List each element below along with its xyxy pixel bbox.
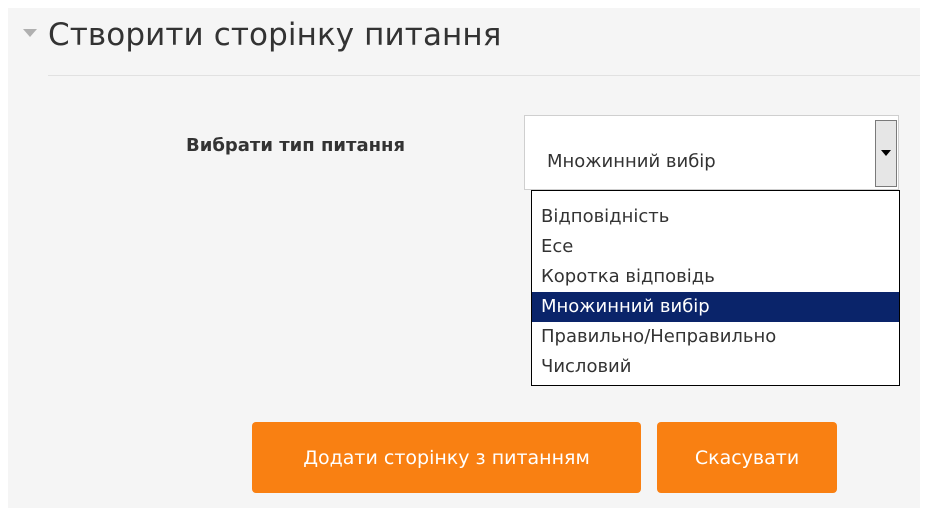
question-type-option[interactable]: Множинний вибір <box>532 292 899 322</box>
question-type-option[interactable]: Правильно/Неправильно <box>532 322 899 352</box>
question-type-options-list[interactable]: Відповідність Есе Коротка відповідь Множинн… <box>531 190 900 386</box>
create-question-page-panel: Створити сторінку питання Вибрати тип пи… <box>8 8 920 508</box>
question-type-select[interactable]: Множинний вибір <box>524 115 899 190</box>
collapse-triangle-icon[interactable] <box>23 29 37 37</box>
cancel-button[interactable]: Скасувати <box>657 422 837 493</box>
chevron-down-icon <box>881 150 891 156</box>
section-title: Створити сторінку питання <box>48 17 502 53</box>
question-type-option[interactable]: Есе <box>532 232 899 262</box>
section-header[interactable]: Створити сторінку питання <box>8 8 920 76</box>
dropdown-arrow-button[interactable] <box>875 120 897 187</box>
question-type-option[interactable]: Відповідність <box>532 202 899 232</box>
add-question-page-button[interactable]: Додати сторінку з питанням <box>252 422 641 493</box>
question-type-option[interactable]: Числовий <box>532 352 899 382</box>
question-type-label: Вибрати тип питання <box>186 135 406 156</box>
question-type-selected-value: Множинний вибір <box>547 151 716 172</box>
question-type-option[interactable]: Коротка відповідь <box>532 262 899 292</box>
header-divider <box>48 75 920 76</box>
